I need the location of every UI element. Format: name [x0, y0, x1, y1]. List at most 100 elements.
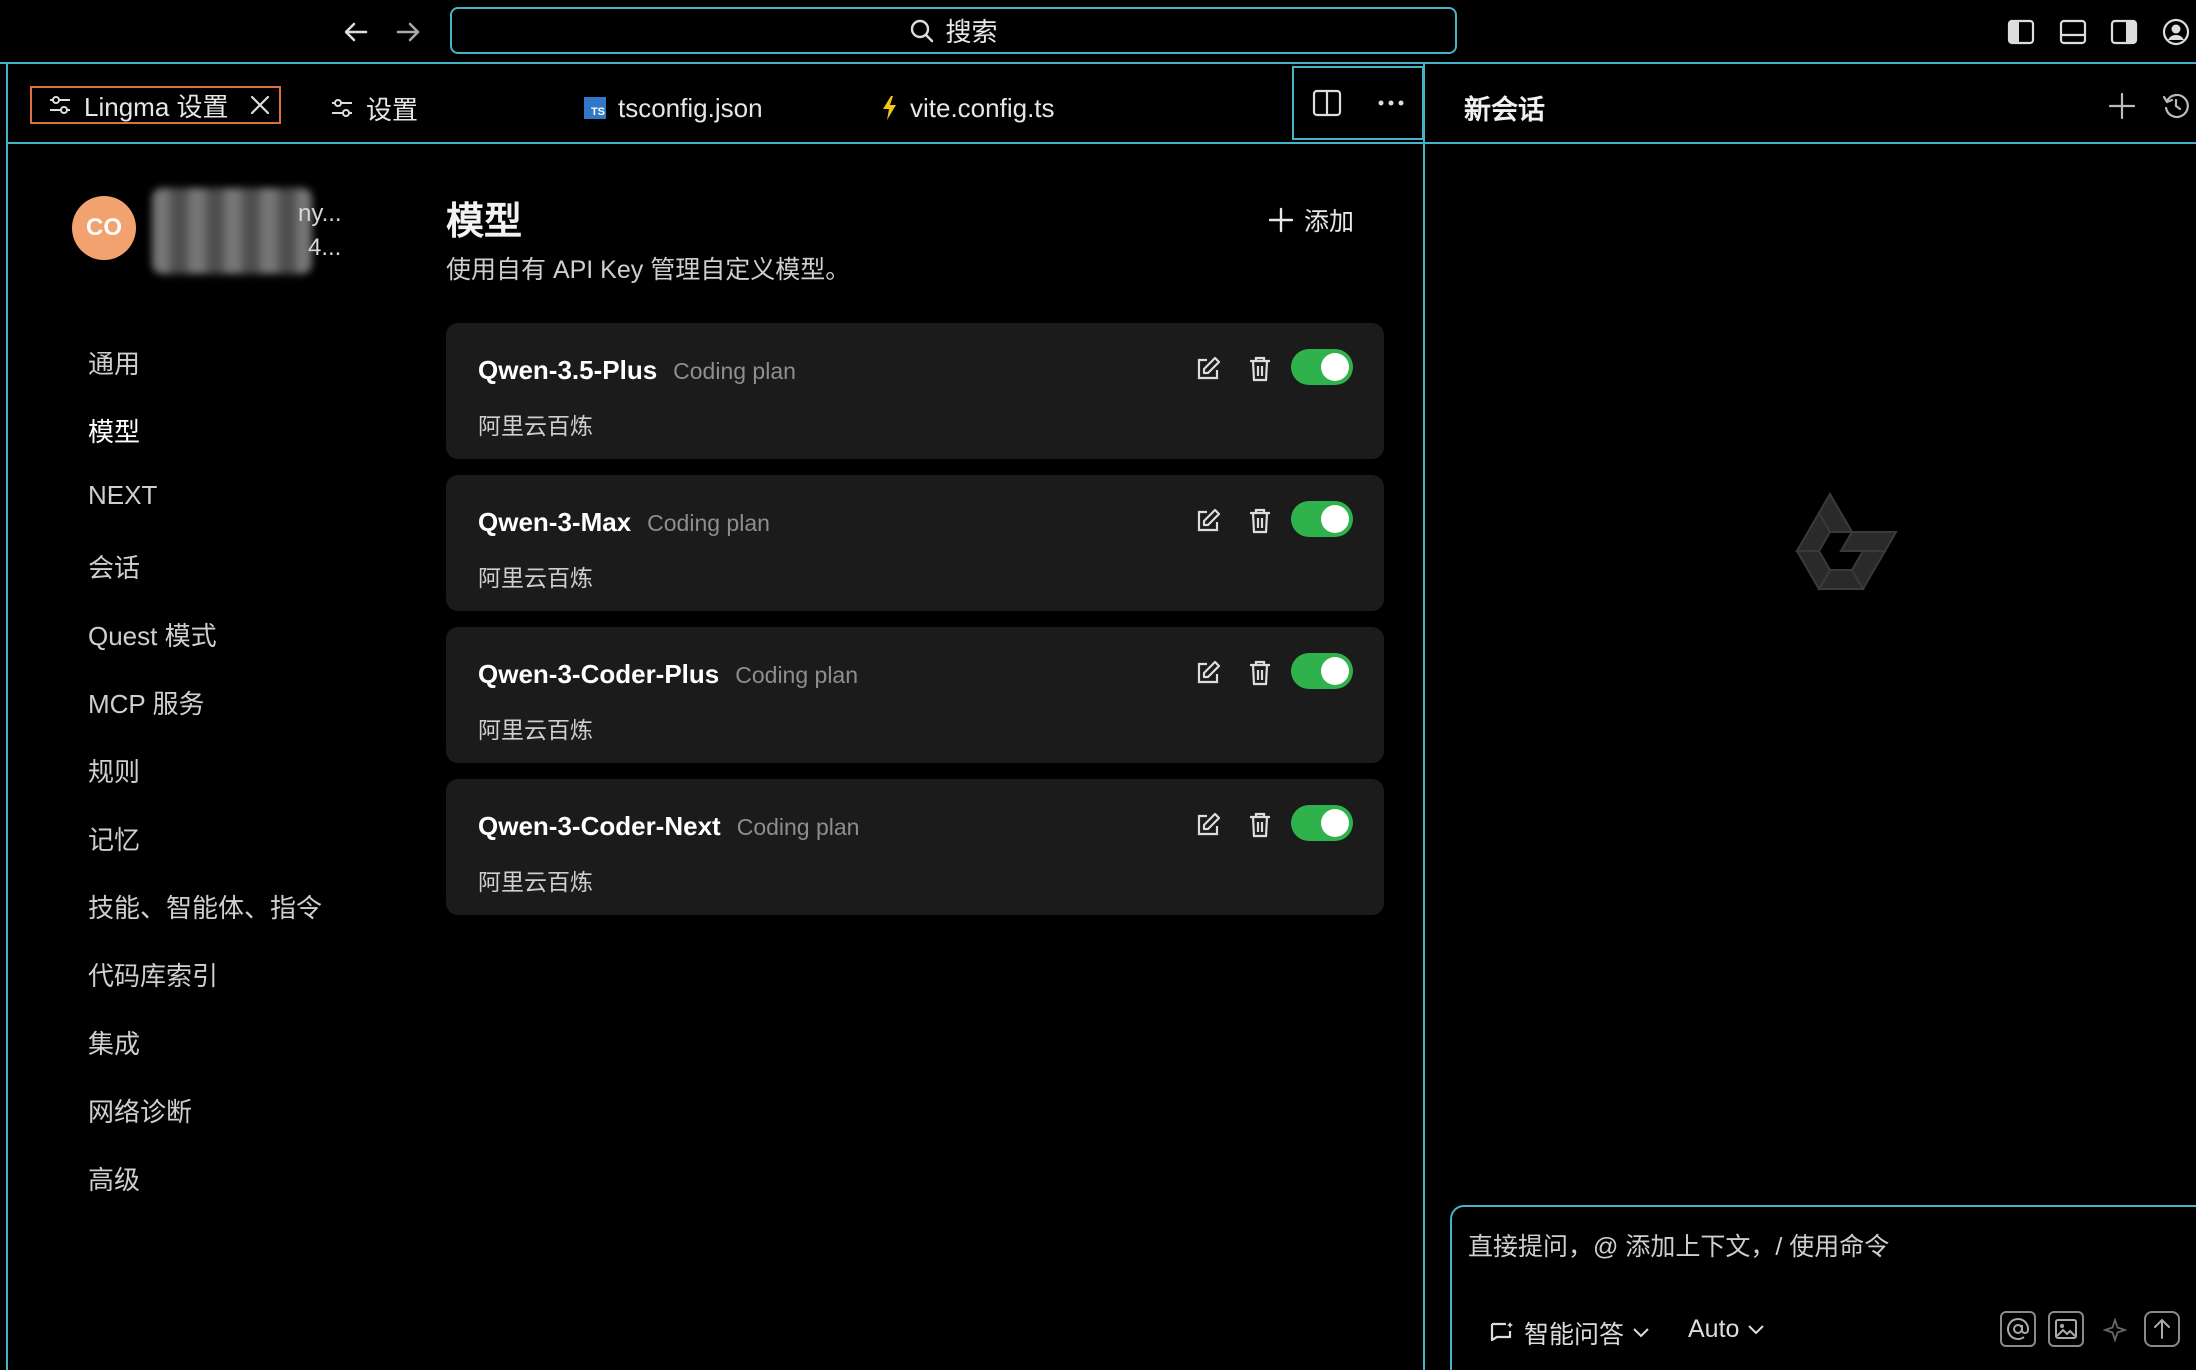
- lingma-logo-icon: [1795, 492, 1898, 591]
- tab-label: Lingma 设置: [84, 91, 229, 122]
- new-chat-plus-icon[interactable]: [2104, 88, 2140, 124]
- account-icon[interactable]: [2160, 16, 2192, 48]
- trash-icon[interactable]: [1244, 809, 1276, 841]
- close-icon[interactable]: [249, 94, 271, 116]
- sidebar-item-memory[interactable]: 记忆: [88, 820, 140, 857]
- mention-icon[interactable]: [2000, 1311, 2036, 1347]
- model-name: Qwen-3-Coder-Plus: [478, 659, 720, 689]
- toggle-panel-icon[interactable]: [2057, 16, 2089, 48]
- tab-label: vite.config.ts: [910, 92, 1055, 123]
- trash-icon[interactable]: [1244, 657, 1276, 689]
- chevron-down-icon: [1633, 1328, 1649, 1338]
- sidebar-item-sessions[interactable]: 会话: [88, 548, 140, 585]
- model-card: Qwen-3-Coder-Plus Coding plan 阿里云百炼: [446, 627, 1384, 763]
- model-enabled-toggle[interactable]: [1291, 501, 1353, 537]
- page-title: 模型: [446, 201, 523, 243]
- title-bar: 搜索: [0, 0, 2196, 64]
- model-plan: Coding plan: [647, 510, 770, 536]
- sidebar-item-codebase-index[interactable]: 代码库索引: [88, 956, 218, 993]
- redacted-user-info: [152, 188, 312, 274]
- model-provider: 阿里云百炼: [478, 565, 593, 591]
- mode-label: 智能问答: [1524, 1321, 1625, 1349]
- avatar[interactable]: CO: [72, 196, 136, 260]
- edit-icon[interactable]: [1192, 657, 1224, 689]
- model-title: Qwen-3.5-Plus Coding plan: [478, 355, 796, 386]
- frame-left-border: [6, 64, 8, 1370]
- toggle-primary-sidebar-icon[interactable]: [2005, 16, 2037, 48]
- edit-icon[interactable]: [1192, 505, 1224, 537]
- sidebar-item-advanced[interactable]: 高级: [88, 1160, 140, 1197]
- edit-icon[interactable]: [1192, 809, 1224, 841]
- model-provider: 阿里云百炼: [478, 717, 593, 743]
- sidebar-item-integrations[interactable]: 集成: [88, 1024, 140, 1061]
- search-icon: [911, 19, 934, 42]
- history-icon[interactable]: [2158, 88, 2194, 124]
- trash-icon[interactable]: [1244, 505, 1276, 537]
- add-label: 添加: [1304, 208, 1355, 236]
- sidebar-item-skills[interactable]: 技能、智能体、指令: [88, 888, 322, 925]
- model-selector[interactable]: Auto: [1688, 1315, 1765, 1344]
- sidebar-item-quest-mode[interactable]: Quest 模式: [88, 616, 217, 653]
- model-enabled-toggle[interactable]: [1291, 653, 1353, 689]
- tab-label: 设置: [366, 94, 419, 125]
- image-icon[interactable]: [2048, 1311, 2084, 1347]
- sparkle-icon[interactable]: [2100, 1315, 2130, 1345]
- tab-tsconfig[interactable]: TS tsconfig.json: [584, 88, 763, 128]
- model-plan: Coding plan: [735, 662, 859, 688]
- toggle-secondary-sidebar-icon[interactable]: [2108, 16, 2140, 48]
- chat-input-box: 智能问答 Auto: [1450, 1205, 2196, 1370]
- forward-arrow-icon[interactable]: [388, 12, 428, 52]
- chat-bubble-icon: [1490, 1322, 1513, 1342]
- model-plan: Coding plan: [736, 814, 860, 840]
- back-arrow-icon[interactable]: [336, 12, 376, 52]
- panel-divider[interactable]: [1423, 64, 1425, 1370]
- user-id: 4...: [308, 234, 342, 261]
- sidebar-item-models[interactable]: 模型: [88, 412, 140, 449]
- model-title: Qwen-3-Coder-Plus Coding plan: [478, 659, 858, 690]
- model-selector-label: Auto: [1688, 1315, 1740, 1343]
- more-actions-icon[interactable]: [1377, 99, 1405, 107]
- split-editor-icon[interactable]: [1312, 89, 1342, 117]
- model-provider: 阿里云百炼: [478, 413, 593, 439]
- model-enabled-toggle[interactable]: [1291, 349, 1353, 385]
- model-name: Qwen-3-Max: [478, 507, 632, 537]
- sidebar-item-network-diagnostics[interactable]: 网络诊断: [88, 1092, 192, 1129]
- model-enabled-toggle[interactable]: [1291, 805, 1353, 841]
- vite-bolt-icon: [883, 96, 896, 120]
- plus-icon: [1268, 207, 1294, 233]
- typescript-file-icon: TS: [584, 97, 606, 119]
- model-provider: 阿里云百炼: [478, 869, 593, 895]
- model-name: Qwen-3.5-Plus: [478, 355, 658, 385]
- model-card: Qwen-3.5-Plus Coding plan 阿里云百炼: [446, 323, 1384, 459]
- chevron-down-icon: [1748, 1324, 1765, 1334]
- sidebar-item-general[interactable]: 通用: [88, 344, 140, 381]
- mode-selector[interactable]: 智能问答: [1488, 1315, 1650, 1351]
- trash-icon[interactable]: [1244, 353, 1276, 385]
- sliders-icon: [332, 99, 352, 117]
- add-model-button[interactable]: 添加: [1268, 202, 1354, 238]
- edit-icon[interactable]: [1192, 353, 1224, 385]
- page-description: 使用自有 API Key 管理自定义模型。: [446, 256, 851, 284]
- model-card: Qwen-3-Max Coding plan 阿里云百炼: [446, 475, 1384, 611]
- sidebar-item-rules[interactable]: 规则: [88, 752, 140, 789]
- tab-settings[interactable]: 设置: [330, 88, 418, 128]
- model-plan: Coding plan: [673, 358, 796, 384]
- command-search-box[interactable]: 搜索: [450, 7, 1457, 54]
- user-name: ny...: [298, 200, 342, 227]
- send-arrow-icon[interactable]: [2144, 1311, 2180, 1347]
- model-title: Qwen-3-Max Coding plan: [478, 507, 770, 538]
- sidebar-item-next[interactable]: NEXT: [88, 480, 157, 511]
- sidebar-item-mcp[interactable]: MCP 服务: [88, 684, 205, 721]
- chat-input[interactable]: [1468, 1233, 2168, 1262]
- search-label: 搜索: [945, 17, 998, 47]
- editor-tab-bar: Lingma 设置 设置 TS tsconfig.json vite.confi…: [8, 66, 1424, 144]
- tab-vite-config[interactable]: vite.config.ts: [880, 88, 1055, 128]
- tab-label: tsconfig.json: [618, 92, 763, 123]
- model-name: Qwen-3-Coder-Next: [478, 811, 721, 841]
- sliders-icon: [50, 96, 70, 114]
- model-title: Qwen-3-Coder-Next Coding plan: [478, 811, 859, 842]
- tab-actions: [1292, 66, 1424, 140]
- model-card: Qwen-3-Coder-Next Coding plan 阿里云百炼: [446, 779, 1384, 915]
- tab-lingma-settings[interactable]: Lingma 设置: [30, 86, 281, 124]
- chat-title: 新会话: [1464, 95, 1545, 125]
